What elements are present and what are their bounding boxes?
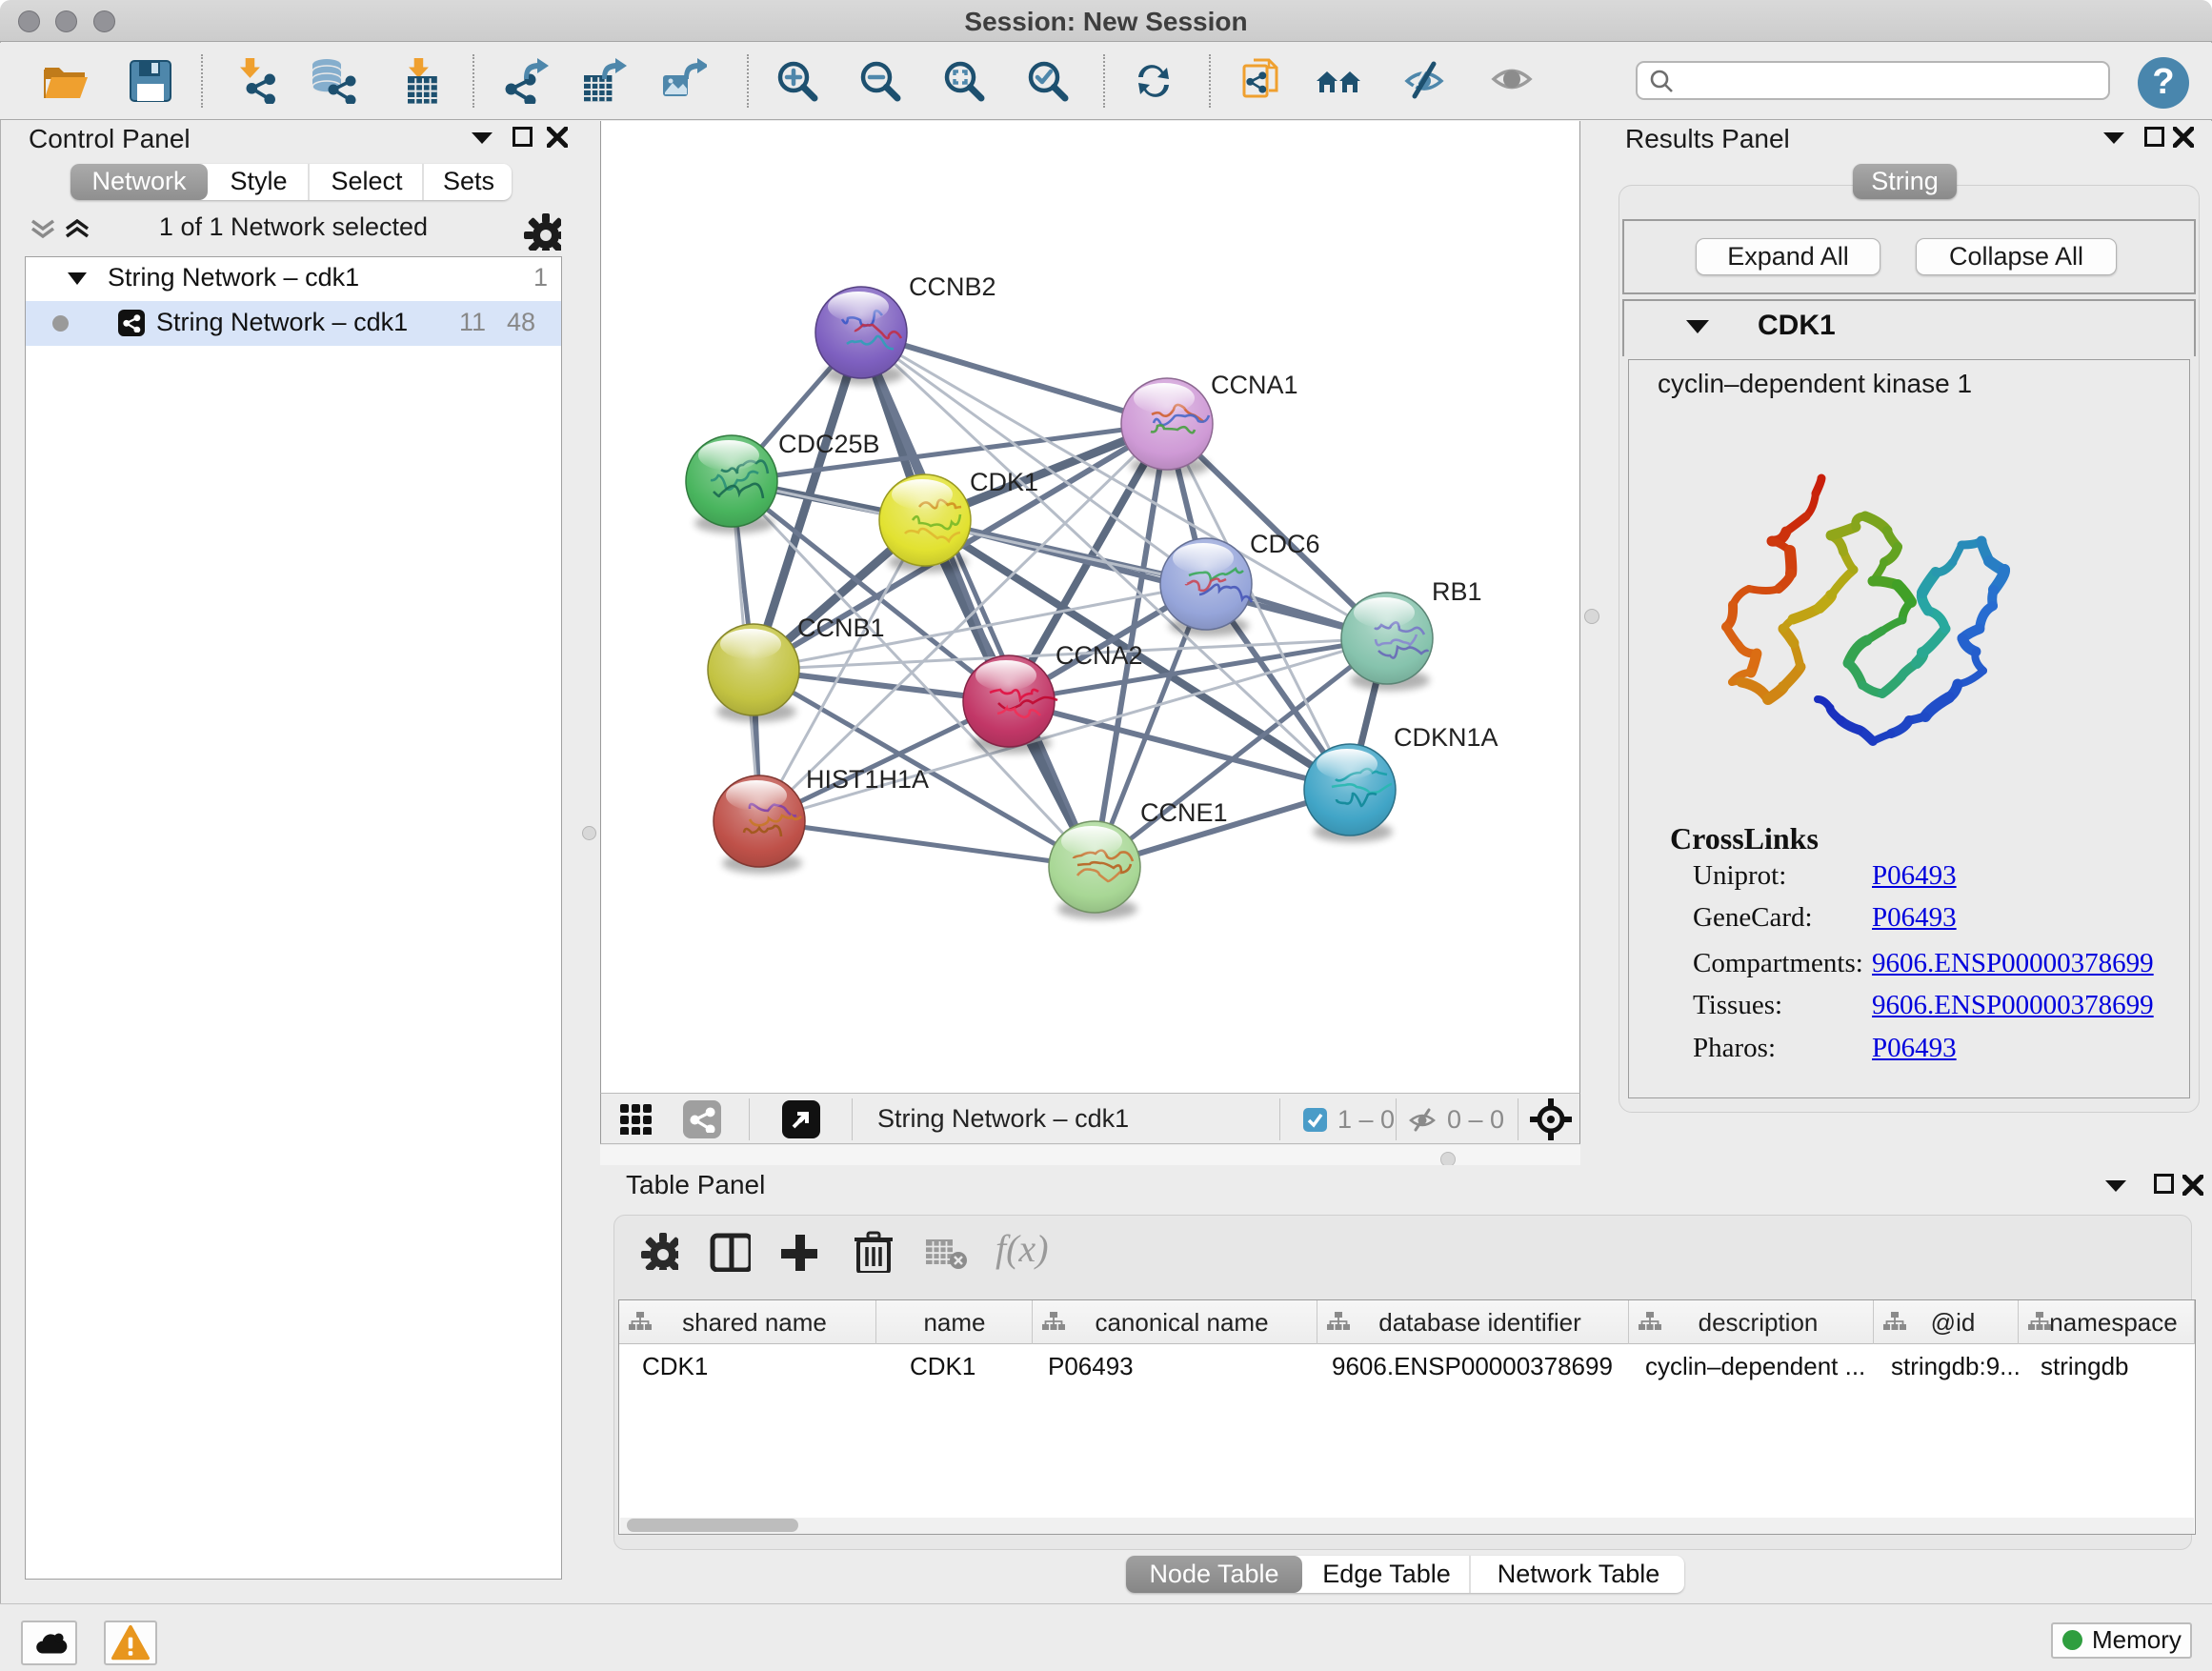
svg-text:CCNA2: CCNA2 xyxy=(1056,641,1143,670)
svg-text:CCNB1: CCNB1 xyxy=(797,614,885,642)
svg-text:CDC6: CDC6 xyxy=(1250,530,1320,558)
svg-text:CCNB2: CCNB2 xyxy=(909,272,996,301)
svg-text:CCNE1: CCNE1 xyxy=(1140,798,1228,827)
svg-text:CDC25B: CDC25B xyxy=(778,430,880,458)
svg-text:CDK1: CDK1 xyxy=(970,468,1038,496)
svg-text:CCNA1: CCNA1 xyxy=(1211,371,1298,399)
svg-text:CDKN1A: CDKN1A xyxy=(1394,723,1498,752)
svg-text:HIST1H1A: HIST1H1A xyxy=(806,765,929,794)
svg-text:RB1: RB1 xyxy=(1432,577,1482,606)
